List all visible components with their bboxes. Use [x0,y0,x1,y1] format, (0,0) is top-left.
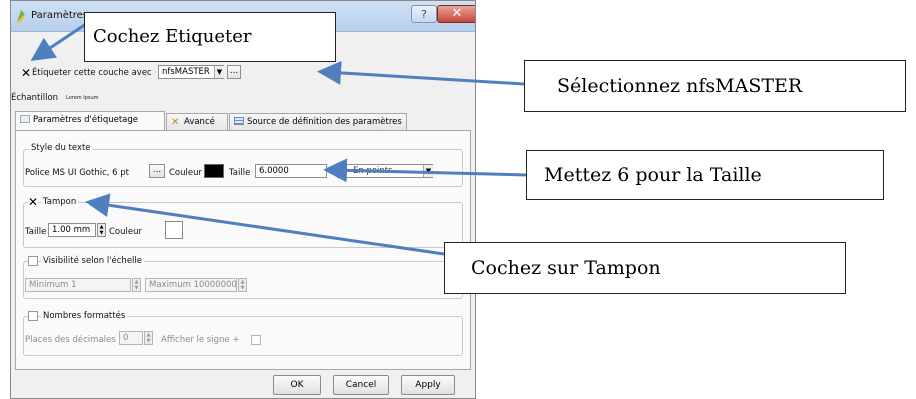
chevron-down-icon[interactable]: ▼ [423,165,433,177]
buffer-color-label: Couleur [109,227,142,237]
buffer-checkbox[interactable]: ✕ [28,196,38,208]
buffer-size-input[interactable]: 1.00 mm [48,223,96,237]
callout-check-label: Cochez Etiqueter [84,12,336,62]
text-style-title: Style du texte [29,143,93,153]
scale-visibility-checkbox[interactable] [28,256,38,266]
sample-preview: Lorem Ipsum [66,95,99,101]
tab-label: Source de définition des paramètres [247,117,402,127]
swatch-fill [205,165,223,177]
scale-min-input[interactable]: Minimum 1 [25,278,131,292]
buffer-color-swatch[interactable] [165,221,183,239]
label-settings-icon [20,115,30,123]
font-label: Police MS UI Gothic, 6 pt [25,168,129,178]
scale-min-value: Minimum 1 [29,280,77,290]
help-button[interactable]: ? [411,5,437,23]
show-plus-sign-label: Afficher le signe + [161,335,240,345]
tab-advanced[interactable]: ✕ Avancé [166,113,228,131]
expression-button[interactable]: ... [227,65,241,79]
window-title: Paramètres [31,10,89,21]
buffer-size-label: Taille [25,227,47,237]
scale-max-input[interactable]: Maximum 10000000 [145,278,237,292]
buffer-size-value: 1.00 mm [52,225,91,235]
text-size-input[interactable]: 6.0000 [255,164,327,178]
scale-max-spin-icon[interactable]: ▲ ▼ [238,278,247,292]
size-unit-select[interactable]: En points [337,164,433,178]
qgis-icon [17,10,25,24]
buffer-size-spin-icon[interactable]: ▲ ▼ [97,223,106,237]
label-layer-checkbox[interactable]: ✕ [21,67,31,79]
buffer-title: Tampon [41,197,79,207]
apply-button[interactable]: Apply [401,375,455,395]
ok-button[interactable]: OK [273,375,321,395]
close-button[interactable]: ✕ [437,5,475,23]
scale-min-spin-icon[interactable]: ▲ ▼ [132,278,141,292]
scale-visibility-title: Visibilité selon l'échelle [41,256,145,266]
text-color-label: Couleur [169,168,202,178]
chevron-down-icon[interactable]: ▼ [214,66,224,78]
tab-label: Avancé [184,117,215,127]
cancel-button[interactable]: Cancel [333,375,389,395]
scale-max-value: Maximum 10000000 [149,280,237,290]
formatted-numbers-title: Nombres formattés [41,311,128,321]
decimals-label: Places des décimales [25,335,116,345]
show-plus-sign-checkbox[interactable] [251,335,261,345]
size-unit-value: En points [353,166,393,176]
text-size-value: 6.0000 [259,166,289,176]
tab-label: Paramètres d'étiquetage [33,115,139,125]
text-size-label: Taille [229,168,251,178]
font-button[interactable]: ... [149,164,165,178]
table-icon [234,117,244,125]
decimals-input[interactable]: 0 [119,331,143,345]
label-field-value: nfsMASTER [162,67,210,77]
formatted-numbers-checkbox[interactable] [28,311,38,321]
text-color-swatch[interactable] [204,164,224,178]
callout-set-size: Mettez 6 pour la Taille [526,150,884,200]
callout-select-field: Sélectionnez nfsMASTER [524,60,906,112]
tab-label-settings[interactable]: Paramètres d'étiquetage [15,111,165,131]
decimals-value: 0 [123,333,129,343]
tab-data-defined[interactable]: Source de définition des paramètres [229,113,407,131]
sample-label: Échantillon [11,93,59,103]
decimals-spin-icon[interactable]: ▲ ▼ [144,331,153,345]
callout-check-buffer: Cochez sur Tampon [444,242,846,294]
label-layer-text: Étiqueter cette couche avec [32,68,152,78]
tools-icon: ✕ [171,117,180,128]
